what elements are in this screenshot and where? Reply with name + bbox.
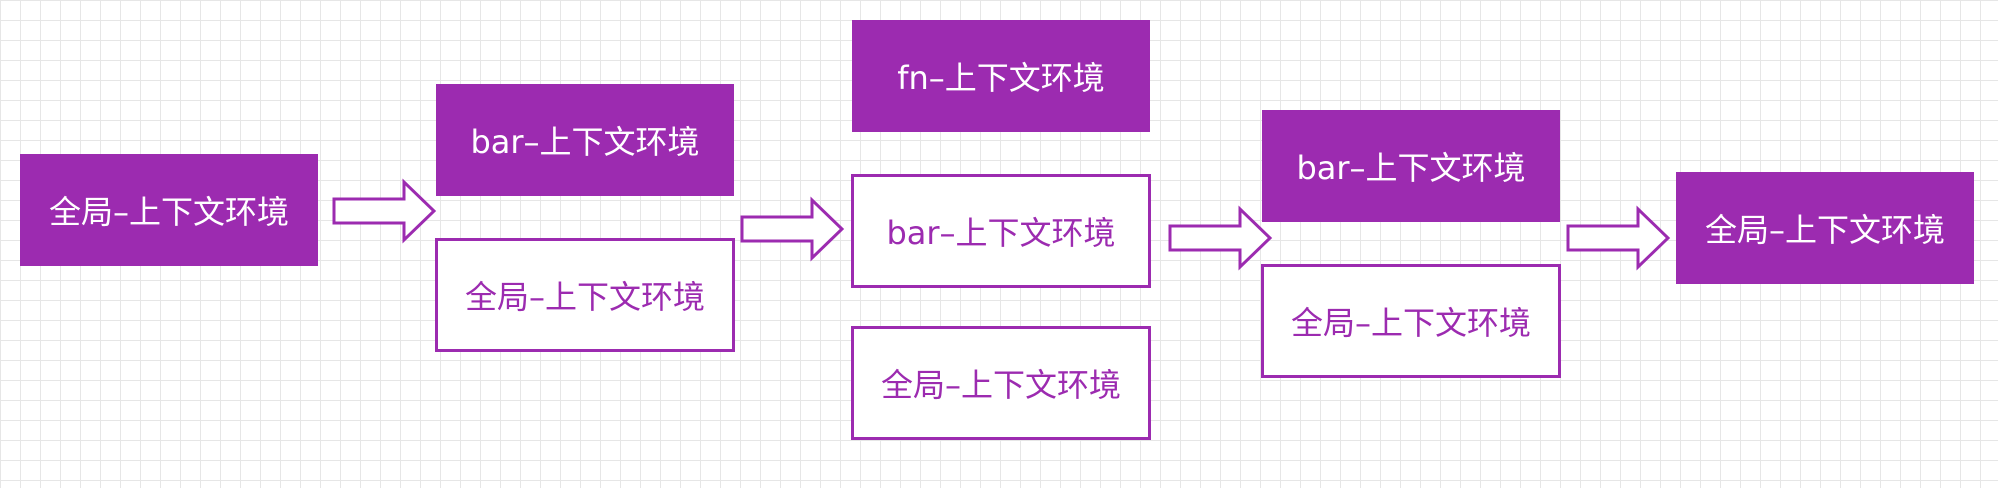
stage-5-frame-global: 全局–上下文环境	[1676, 172, 1974, 284]
frame-label: bar–上下文环境	[470, 123, 700, 161]
frame-label: fn–上下文环境	[897, 59, 1105, 97]
stage-4-frame-bar: bar–上下文环境	[1262, 110, 1560, 222]
stage-2-frame-bar: bar–上下文环境	[436, 84, 734, 196]
execution-context-stack-diagram: 全局–上下文环境 bar–上下文环境 全局–上下文环境 fn–上下文环境 bar…	[0, 0, 1998, 488]
frame-label: 全局–上下文环境	[1704, 211, 1945, 249]
frame-label: 全局–上下文环境	[1290, 304, 1531, 342]
right-arrow-icon	[1168, 205, 1273, 271]
frame-label: 全局–上下文环境	[48, 193, 289, 231]
stage-3-frame-fn: fn–上下文环境	[852, 20, 1150, 132]
frame-label: bar–上下文环境	[1296, 149, 1526, 187]
right-arrow-icon	[740, 196, 845, 262]
frame-label: 全局–上下文环境	[464, 278, 705, 316]
stage-3-frame-bar: bar–上下文环境	[851, 174, 1151, 288]
frame-label: 全局–上下文环境	[880, 366, 1121, 404]
frame-label: bar–上下文环境	[886, 214, 1116, 252]
stage-4-frame-global: 全局–上下文环境	[1261, 264, 1561, 378]
right-arrow-icon	[332, 178, 437, 244]
stage-2-frame-global: 全局–上下文环境	[435, 238, 735, 352]
stage-3-frame-global: 全局–上下文环境	[851, 326, 1151, 440]
right-arrow-icon	[1566, 205, 1671, 271]
stage-1-frame-global: 全局–上下文环境	[20, 154, 318, 266]
